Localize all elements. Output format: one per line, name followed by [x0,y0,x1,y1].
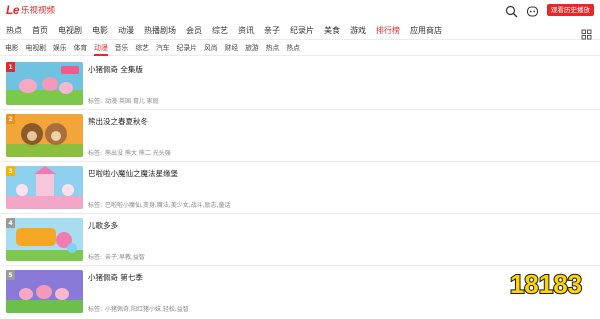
video-tags: 标签: 动漫 英国 育儿 家庭 [88,96,159,105]
list-item[interactable]: 1 小猪佩奇 全集版 标签: 动漫 英国 育儿 家庭 [0,58,600,110]
tab-anime[interactable]: 动漫 [94,41,108,56]
tags-value: 动漫 英国 育儿 家庭 [105,98,159,105]
nav-item-home[interactable]: 首页 [32,25,48,36]
nav-item-hot[interactable]: 热点 [6,25,22,36]
rank-badge: 1 [6,62,15,72]
nav-item-tv[interactable]: 电视剧 [58,25,82,36]
tab-auto[interactable]: 汽车 [156,41,170,56]
tags-label: 标签: [88,254,103,261]
video-title[interactable]: 熊出没之春夏秋冬 [88,116,148,127]
tab-tv[interactable]: 电视剧 [26,41,46,56]
video-title[interactable]: 巴啦啦小魔仙之魔法星缘堡 [88,168,178,179]
tags-value: 小猪佩奇,阳红猪小妹,轻松,益智 [105,306,189,313]
rank-badge: 4 [6,218,15,228]
watch-history-button[interactable]: 观看历史播放 [547,3,594,16]
tab-movie[interactable]: 电影 [5,41,19,56]
logo-mark: Le [6,3,20,17]
nav-item-food[interactable]: 美食 [324,25,340,36]
nav-item-vip[interactable]: 会员 [186,25,202,36]
tab-variety[interactable]: 综艺 [135,41,149,56]
video-title[interactable]: 儿歌多多 [88,220,118,231]
video-tags: 标签: 熊出没 熊大 熊二 光头强 [88,148,171,157]
list-item[interactable]: 3 巴啦啦小魔仙之魔法星缘堡 标签: 巴啦啦小魔仙,变身,魔法,美少女,战斗,励志… [0,162,600,214]
video-thumbnail[interactable]: 3 [6,166,83,209]
nav-item-app-store[interactable]: 应用商店 [410,25,442,36]
tab-sports[interactable]: 体育 [74,41,88,56]
tags-label: 标签: [88,306,103,313]
video-thumbnail[interactable]: 4 [6,218,83,261]
nav-item-games[interactable]: 游戏 [350,25,366,36]
nav-item-theater[interactable]: 热播剧场 [144,25,176,36]
video-title[interactable]: 小猪佩奇 第七季 [88,272,143,283]
tab-fashion[interactable]: 风尚 [204,41,218,56]
tab-travel[interactable]: 旅游 [245,41,259,56]
nav-item-documentary[interactable]: 纪录片 [290,25,314,36]
tab-entertainment[interactable]: 娱乐 [53,41,67,56]
site-logo[interactable]: Le 乐视视频 [6,3,55,17]
video-tags: 标签: 小猪佩奇,阳红猪小妹,轻松,益智 [88,304,189,313]
main-nav: 热点 首页 电视剧 电影 动漫 热播剧场 会员 综艺 资讯 亲子 纪录片 美食 … [0,22,600,40]
rank-badge: 2 [6,114,15,124]
top-bar: Le 乐视视频 观看历史播放 [0,0,600,20]
video-thumbnail[interactable]: 2 [6,114,83,157]
site-watermark: 18183 [504,262,588,304]
logo-text: 乐视视频 [21,6,56,16]
tab-hot[interactable]: 热点 [266,41,280,56]
nav-item-variety[interactable]: 综艺 [212,25,228,36]
nav-item-ranking[interactable]: 排行榜 [376,25,400,36]
tags-value: 亲子,早教,益智 [105,254,145,261]
nav-item-movie[interactable]: 电影 [92,25,108,36]
tags-label: 标签: [88,202,103,209]
search-icon[interactable] [505,3,518,18]
user-avatar-icon[interactable] [526,3,539,17]
tab-finance[interactable]: 财经 [225,41,239,56]
tab-hot-2[interactable]: 热点 [286,41,300,56]
tags-value: 熊出没 熊大 熊二 光头强 [105,150,171,157]
list-item[interactable]: 4 儿歌多多 标签: 亲子,早教,益智 [0,214,600,266]
nav-item-news[interactable]: 资讯 [238,25,254,36]
list-item[interactable]: 2 熊出没之春夏秋冬 标签: 熊出没 熊大 熊二 光头强 [0,110,600,162]
tags-value: 巴啦啦小魔仙,变身,魔法,美少女,战斗,励志,童话 [105,202,231,209]
video-tags: 标签: 亲子,早教,益智 [88,252,145,261]
rank-badge: 5 [6,270,15,280]
video-thumbnail[interactable]: 5 [6,270,83,313]
tab-music[interactable]: 音乐 [115,41,129,56]
video-tags: 标签: 巴啦啦小魔仙,变身,魔法,美少女,战斗,励志,童话 [88,200,230,209]
nav-item-anime[interactable]: 动漫 [118,25,134,36]
tab-documentary[interactable]: 纪录片 [177,41,197,56]
video-title[interactable]: 小猪佩奇 全集版 [88,64,143,75]
watermark-text: 18183 [510,269,582,299]
video-thumbnail[interactable]: 1 [6,62,83,105]
tags-label: 标签: [88,98,103,105]
category-tabs: 电影 电视剧 娱乐 体育 动漫 音乐 综艺 汽车 纪录片 风尚 财经 旅游 热点… [0,41,600,56]
nav-item-kids[interactable]: 亲子 [264,25,280,36]
tags-label: 标签: [88,150,103,157]
rank-badge: 3 [6,166,15,176]
